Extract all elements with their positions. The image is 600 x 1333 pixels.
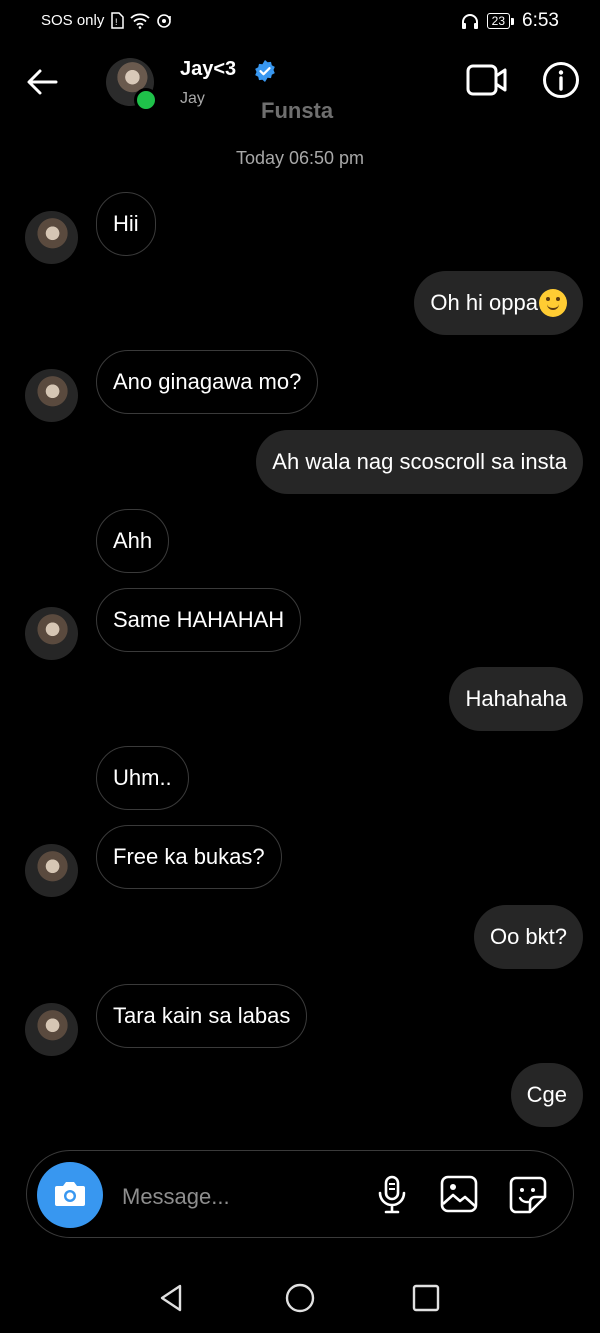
carrier-label: SOS only <box>41 12 105 29</box>
message-row: Hii <box>0 192 600 264</box>
incoming-message[interactable]: Hii <box>96 192 156 256</box>
message-row: Free ka bukas? <box>0 825 600 897</box>
message-row: Oh hi oppa <box>0 271 600 337</box>
contact-name[interactable]: Jay<3 <box>180 58 236 81</box>
status-right: 23 6:53 <box>461 10 559 32</box>
message-row: Tara kain sa labas <box>0 984 600 1056</box>
clock: 6:53 <box>522 10 559 31</box>
incoming-message[interactable]: Uhm.. <box>96 746 189 810</box>
incoming-message[interactable]: Same HAHAHAH <box>96 588 302 652</box>
sim-icon: ! <box>111 12 125 29</box>
incoming-message[interactable]: Ano ginagawa mo? <box>96 350 319 414</box>
message-row: Ahh <box>0 509 600 575</box>
message-row: Ah wala nag scoscroll sa insta <box>0 430 600 496</box>
message-row: Oo bkt? <box>0 905 600 971</box>
incoming-message[interactable]: Free ka bukas? <box>96 825 282 889</box>
incoming-message[interactable]: Tara kain sa labas <box>96 984 308 1048</box>
sticker-icon[interactable] <box>508 1175 548 1215</box>
account-type-label: Funsta <box>261 98 334 123</box>
video-call-icon[interactable] <box>466 62 508 98</box>
message-row: Cge <box>0 1063 600 1129</box>
battery-level: 23 <box>486 13 511 29</box>
smiling-face-emoji-icon <box>539 289 567 317</box>
svg-text:!: ! <box>115 17 118 27</box>
outgoing-message[interactable]: Hahahaha <box>449 667 583 731</box>
message-row: Uhm.. <box>0 746 600 812</box>
nav-home-icon[interactable] <box>284 1282 316 1314</box>
sender-avatar[interactable] <box>25 369 78 422</box>
sender-avatar[interactable] <box>25 607 78 660</box>
sender-avatar[interactable] <box>25 211 78 264</box>
message-row: Hahahaha <box>0 667 600 733</box>
sender-avatar[interactable] <box>25 1003 78 1056</box>
back-arrow-icon[interactable] <box>24 64 60 100</box>
status-left: SOS only ! <box>41 12 174 29</box>
outgoing-message[interactable]: Ah wala nag scoscroll sa insta <box>256 430 583 494</box>
contact-username: Jay <box>180 90 205 107</box>
conversation-timestamp: Today 06:50 pm <box>235 148 365 168</box>
system-navigation-bar <box>0 1270 600 1330</box>
message-row: Ano ginagawa mo? <box>0 350 600 422</box>
message-row: Same HAHAHAH <box>0 588 600 660</box>
sender-avatar[interactable] <box>25 844 78 897</box>
battery-icon: 23 <box>486 13 515 29</box>
nav-recents-icon[interactable] <box>412 1284 440 1312</box>
outgoing-message[interactable]: Oo bkt? <box>473 905 583 969</box>
info-icon[interactable] <box>542 61 580 99</box>
online-status-dot <box>134 88 158 112</box>
message-input[interactable] <box>120 1174 364 1220</box>
verified-badge-icon <box>255 60 275 82</box>
camera-icon <box>55 1182 85 1206</box>
gallery-icon[interactable] <box>440 1175 478 1213</box>
headphones-icon <box>461 14 478 29</box>
status-bar: SOS only ! 23 6:53 <box>0 0 600 42</box>
microphone-icon[interactable] <box>375 1175 409 1215</box>
wifi-icon <box>130 13 150 29</box>
nav-back-icon[interactable] <box>156 1282 188 1314</box>
hotspot-icon <box>157 13 172 28</box>
incoming-message[interactable]: Ahh <box>96 509 170 573</box>
outgoing-message[interactable]: Oh hi oppa <box>414 271 583 335</box>
outgoing-message[interactable]: Cge <box>510 1063 583 1127</box>
chat-header: Jay<3 Jay Funsta <box>0 50 600 123</box>
camera-button[interactable] <box>37 1162 103 1228</box>
